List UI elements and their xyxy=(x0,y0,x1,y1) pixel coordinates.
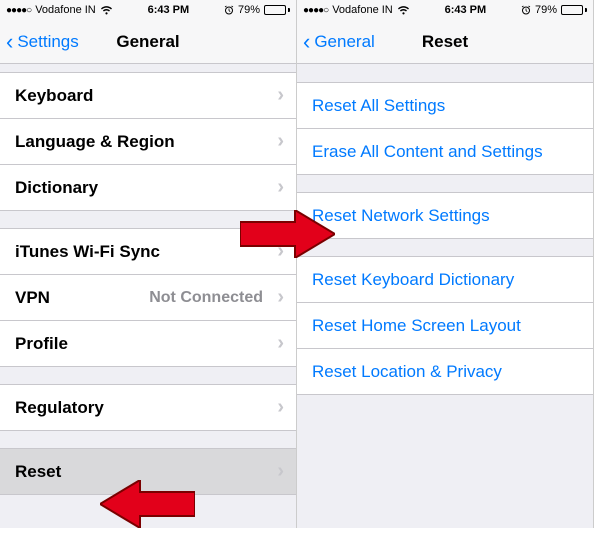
cell-label: iTunes Wi-Fi Sync xyxy=(15,242,160,262)
battery-pct-label: 79% xyxy=(238,4,260,16)
cell-label: Reset Keyboard Dictionary xyxy=(312,270,514,290)
chevron-right-icon: › xyxy=(277,84,284,107)
chevron-right-icon: › xyxy=(277,396,284,419)
group-reset: Reset › xyxy=(0,448,296,495)
cell-reset-all-settings[interactable]: Reset All Settings xyxy=(297,82,593,129)
cell-label: Reset Home Screen Layout xyxy=(312,316,521,336)
cell-dictionary[interactable]: Dictionary › xyxy=(0,164,296,211)
wifi-icon xyxy=(397,5,410,15)
cell-label: Reset Network Settings xyxy=(312,206,490,226)
chevron-right-icon: › xyxy=(277,332,284,355)
battery-icon xyxy=(561,5,587,15)
cell-keyboard[interactable]: Keyboard › xyxy=(0,72,296,119)
nav-bar: ‹ Settings General xyxy=(0,20,296,64)
cell-label: Keyboard xyxy=(15,86,93,106)
cell-itunes-wifi-sync[interactable]: iTunes Wi-Fi Sync › xyxy=(0,228,296,275)
cell-reset[interactable]: Reset › xyxy=(0,448,296,495)
cell-label: Regulatory xyxy=(15,398,104,418)
cell-label: Language & Region xyxy=(15,132,175,152)
group-keyboard: Keyboard › Language & Region › Dictionar… xyxy=(0,72,296,211)
battery-pct-label: 79% xyxy=(535,4,557,16)
status-right: 79% xyxy=(521,4,587,16)
back-button[interactable]: ‹ General xyxy=(303,31,375,53)
chevron-right-icon: › xyxy=(277,460,284,483)
cell-regulatory[interactable]: Regulatory › xyxy=(0,384,296,431)
back-button[interactable]: ‹ Settings xyxy=(6,31,79,53)
alarm-icon xyxy=(224,5,234,15)
status-time: 6:43 PM xyxy=(445,4,487,16)
cell-label: Profile xyxy=(15,334,68,354)
carrier-label: Vodafone IN xyxy=(35,4,96,16)
signal-dots-icon: ●●●●○ xyxy=(6,5,31,16)
cell-reset-network[interactable]: Reset Network Settings xyxy=(297,192,593,239)
cell-label: Reset Location & Privacy xyxy=(312,362,502,382)
cell-reset-keyboard-dictionary[interactable]: Reset Keyboard Dictionary xyxy=(297,256,593,303)
chevron-right-icon: › xyxy=(277,240,284,263)
page-title: Reset xyxy=(422,32,468,52)
carrier-label: Vodafone IN xyxy=(332,4,393,16)
group-reset-other: Reset Keyboard Dictionary Reset Home Scr… xyxy=(297,256,593,395)
screen-general: ●●●●○ Vodafone IN 6:43 PM 79% ‹ Settings… xyxy=(0,0,297,528)
chevron-left-icon: ‹ xyxy=(303,31,310,53)
cell-profile[interactable]: Profile › xyxy=(0,320,296,367)
cell-label: VPN xyxy=(15,288,50,308)
status-bar: ●●●●○ Vodafone IN 6:43 PM 79% xyxy=(0,0,296,20)
chevron-right-icon: › xyxy=(277,286,284,309)
group-regulatory: Regulatory › xyxy=(0,384,296,431)
screen-reset: ●●●●○ Vodafone IN 6:43 PM 79% ‹ General … xyxy=(297,0,594,528)
chevron-right-icon: › xyxy=(277,176,284,199)
back-label: Settings xyxy=(17,32,78,52)
cell-vpn[interactable]: VPN Not Connected › xyxy=(0,274,296,321)
status-bar: ●●●●○ Vodafone IN 6:43 PM 79% xyxy=(297,0,593,20)
battery-icon xyxy=(264,5,290,15)
group-reset-all: Reset All Settings Erase All Content and… xyxy=(297,82,593,175)
page-title: General xyxy=(116,32,179,52)
status-right: 79% xyxy=(224,4,290,16)
back-label: General xyxy=(314,32,374,52)
group-reset-network: Reset Network Settings xyxy=(297,192,593,239)
alarm-icon xyxy=(521,5,531,15)
cell-label: Reset All Settings xyxy=(312,96,445,116)
cell-reset-home-screen[interactable]: Reset Home Screen Layout xyxy=(297,302,593,349)
chevron-right-icon: › xyxy=(277,130,284,153)
reset-list: Reset All Settings Erase All Content and… xyxy=(297,82,593,395)
settings-list: Keyboard › Language & Region › Dictionar… xyxy=(0,72,296,495)
cell-detail: Not Connected xyxy=(149,289,281,307)
status-time: 6:43 PM xyxy=(148,4,190,16)
cell-label: Dictionary xyxy=(15,178,98,198)
signal-dots-icon: ●●●●○ xyxy=(303,5,328,16)
nav-bar: ‹ General Reset xyxy=(297,20,593,64)
wifi-icon xyxy=(100,5,113,15)
status-left: ●●●●○ Vodafone IN xyxy=(6,4,113,16)
cell-label: Erase All Content and Settings xyxy=(312,142,543,162)
status-left: ●●●●○ Vodafone IN xyxy=(303,4,410,16)
group-network: iTunes Wi-Fi Sync › VPN Not Connected › … xyxy=(0,228,296,367)
cell-language-region[interactable]: Language & Region › xyxy=(0,118,296,165)
cell-reset-location-privacy[interactable]: Reset Location & Privacy xyxy=(297,348,593,395)
cell-label: Reset xyxy=(15,462,61,482)
chevron-left-icon: ‹ xyxy=(6,31,13,53)
cell-erase-all[interactable]: Erase All Content and Settings xyxy=(297,128,593,175)
